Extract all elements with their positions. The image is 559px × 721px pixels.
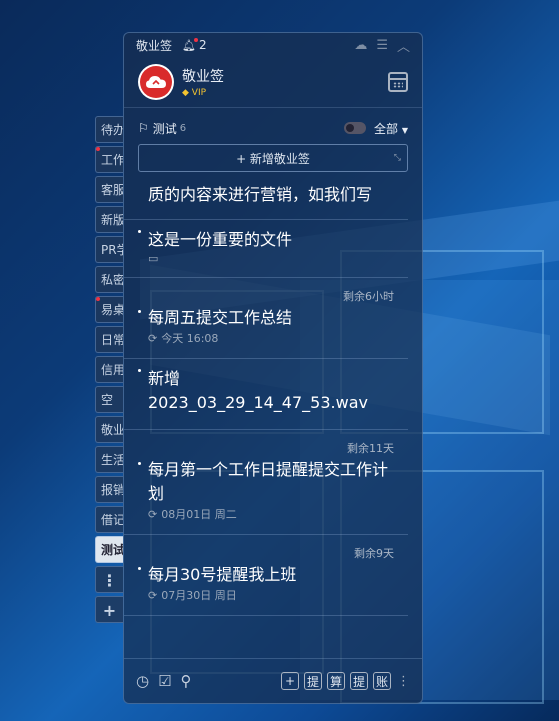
repeat-icon: ⟳ [148,507,158,521]
group-tab[interactable]: 待办 [95,116,123,143]
bullet [138,462,141,465]
remaining-time: 剩余9天 [354,547,394,560]
group-tab[interactable]: 借记 [95,506,123,533]
note-item[interactable]: 剩余9天每月30号提醒我上班 ⟳ 07月30日 周日 [124,535,408,616]
bullet [138,230,141,233]
group-tab-label: 客服 [101,183,123,197]
note-item[interactable]: 新增 2023_03_29_14_47_53.wav [124,359,408,430]
add-button[interactable]: + [281,672,299,690]
group-tab-label: 新版 [101,213,123,227]
note-title: 新增 2023_03_29_14_47_53.wav [148,369,368,412]
clock-icon[interactable]: ◷ [136,672,149,690]
unread-dot [96,297,100,301]
repeat-icon: ⟳ [148,331,158,345]
group-tab-label: 信用 [101,363,123,377]
group-tab[interactable]: 易桌 [95,296,123,323]
calendar-icon[interactable] [388,72,408,92]
group-tab[interactable]: 工作 [95,146,123,173]
expand-icon[interactable]: ⤡ [394,153,401,163]
group-tab[interactable]: 空 [95,386,123,413]
group-tab-list: 待办工作客服新版 PR学私密易桌日常信用空敬业生活报销借记测试 ⋮ + [95,116,125,626]
note-list: 质的内容来进行营销，如我们写 这是一份重要的文件 ▭ 剩余6小时 每周五提交工作总结 ⟳ 今… [124,183,422,661]
toggle-switch[interactable] [344,122,366,134]
calc-button[interactable]: 算 [327,672,345,690]
user-name: 敬业签 [182,69,224,85]
checklist-icon[interactable]: ☑ [158,672,171,690]
ledger-button[interactable]: 账 [373,672,391,690]
group-tab-label: 敬业 [101,423,123,437]
note-title: 这是一份重要的文件 [148,230,293,249]
add-note-label: + 新增敬业签 [236,151,310,166]
mention-button[interactable]: 提 [304,672,322,690]
unread-dot [96,147,100,151]
note-item[interactable]: 质的内容来进行营销，如我们写 [124,183,408,220]
footer-toolbar: ◷ ☑ ⚲ + 提 算 提 账 ⋮ [124,658,422,703]
bullet [138,369,141,372]
notification-count: 2 [198,38,207,52]
title-bar[interactable]: 敬业签 🔔︎ 2 ☁ ☰ ︿ [124,33,422,57]
note-title: 每月30号提醒我上班 [148,565,297,584]
user-header: 敬业签 ◆ VIP [124,57,422,108]
note-time: 07月30日 周日 [161,589,237,602]
bullet [138,310,141,313]
collapse-icon[interactable]: ︿ [397,36,410,55]
more-icon[interactable]: ⋮ [397,674,410,689]
notes-panel: 敬业签 🔔︎ 2 ☁ ☰ ︿ 敬业签 ◆ VIP ⚐ 测试 6 全部 ▼ + 新… [123,32,423,704]
group-tab-label: 借记 [101,513,123,527]
group-tab-label: 空 [101,393,114,407]
attachment-icon: ▭ [148,252,159,265]
group-tab-label: 测试 [101,543,123,557]
bookmark-icon: ⚐ [138,121,149,135]
group-tab-label: 私密 [101,273,123,287]
repeat-icon: ⟳ [148,588,158,602]
group-tab-label: 报销 [101,483,123,497]
caret-down-icon: ▼ [401,125,408,135]
vip-badge: ◆ VIP [182,88,207,98]
add-note-button[interactable]: + 新增敬业签 ⤡ [138,144,408,172]
cloud-logo-icon [146,76,166,88]
group-tab-label: 工作 [101,153,123,167]
app-title: 敬业签 [136,38,173,53]
note-time: 今天 16:08 [161,332,219,345]
remaining-time: 剩余11天 [347,442,394,455]
group-tab-label: 日常 [101,333,123,347]
note-title: 每月第一个工作日提醒提交工作计划 [148,460,389,503]
group-tab[interactable]: 报销 [95,476,123,503]
reminder-button[interactable]: 提 [350,672,368,690]
group-tab[interactable]: 新版 [95,206,123,233]
group-tab[interactable]: 私密 [95,266,123,293]
scope-select[interactable]: 全部 ▼ [374,120,408,137]
group-tab[interactable]: 敬业 [95,416,123,443]
remaining-time: 剩余6小时 [343,290,394,303]
note-item[interactable]: 剩余11天每月第一个工作日提醒提交工作计划 ⟳ 08月01日 周二 [124,430,408,535]
group-tab-label: 易桌 [101,303,123,317]
group-tab[interactable]: PR学 [95,236,123,263]
group-tab-label: PR学 [101,243,123,257]
group-tab[interactable]: 客服 [95,176,123,203]
note-item[interactable]: 剩余6小时每周五提交工作总结 ⟳ 今天 16:08 [124,278,408,359]
note-item[interactable]: 这是一份重要的文件 ▭ [124,220,408,278]
group-count: 6 [179,122,187,134]
menu-icon[interactable]: ☰ [376,38,388,53]
diamond-icon: ◆ [182,88,189,98]
group-filter-bar: ⚐ 测试 6 全部 ▼ [124,112,422,144]
bell-icon[interactable]: 🔔︎ [182,37,198,52]
bullet [138,567,141,570]
note-title: 每周五提交工作总结 [148,308,293,327]
more-groups-button[interactable]: ⋮ [95,566,123,593]
add-group-button[interactable]: + [95,596,123,623]
search-icon[interactable]: ⚲ [181,672,192,690]
group-name: 测试 [152,121,177,136]
group-tab[interactable]: 测试 [95,536,123,563]
group-tab[interactable]: 生活 [95,446,123,473]
group-tab-label: 待办 [101,123,123,137]
note-time: 08月01日 周二 [161,508,237,521]
group-tab[interactable]: 日常 [95,326,123,353]
group-tab[interactable]: 信用 [95,356,123,383]
note-title: 质的内容来进行营销，如我们写 [148,185,373,204]
cloud-sync-icon[interactable]: ☁ [354,38,367,53]
avatar[interactable] [138,64,174,100]
group-tab-label: 生活 [101,453,123,467]
